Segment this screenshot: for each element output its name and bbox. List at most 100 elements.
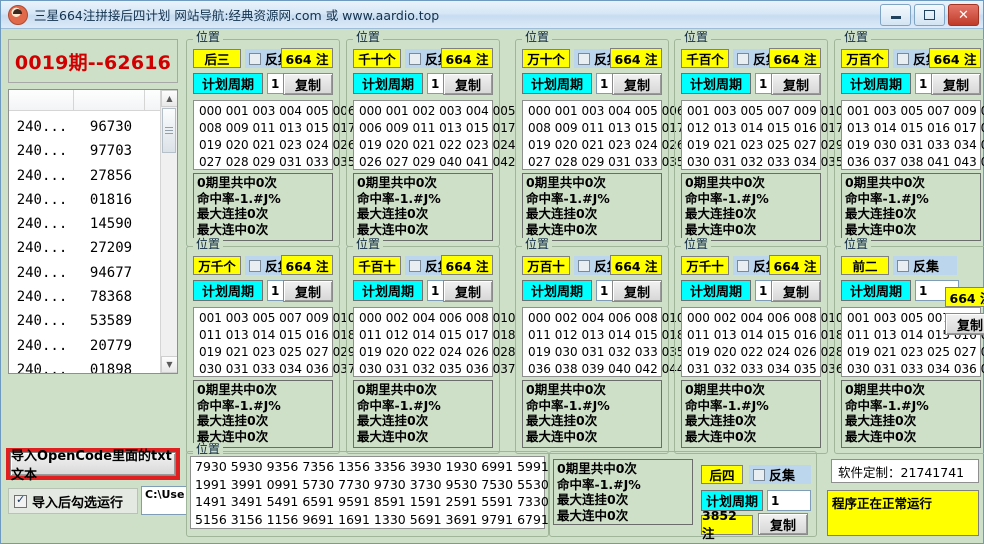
- panel-numbers-box[interactable]: 001 003 005 007 009 010 012 013 014 015 …: [681, 100, 844, 170]
- panel-cycle-label[interactable]: 计划周期: [193, 73, 263, 94]
- scroll-thumb[interactable]: [162, 108, 176, 153]
- list-cell-number: 78368: [89, 289, 133, 306]
- panel-copy-button[interactable]: 复制: [443, 280, 493, 302]
- panel-count-badge: 664 注: [769, 255, 821, 275]
- panel-copy-button[interactable]: 复制: [945, 313, 984, 335]
- import-opencode-button[interactable]: 导入OpenCode里面的txt文本: [6, 448, 180, 483]
- position-panel: 位置 万千个 反集 664 注计划周期 1 复制 001 003 005 007 009 0…: [186, 238, 356, 454]
- minimize-button[interactable]: [880, 4, 911, 26]
- maximize-button[interactable]: [914, 4, 945, 26]
- bottom-numbers-textarea[interactable]: 7930 5930 9356 7356 1356 3356 3930 1930 …: [190, 456, 620, 529]
- panel-numbers-box[interactable]: 000 001 003 004 005 006 008 009 011 013 …: [522, 100, 685, 170]
- panel-position-tag[interactable]: 万十个: [522, 49, 570, 68]
- bottom-group-legend: 位置: [193, 443, 224, 456]
- panel-copy-button[interactable]: 复制: [612, 280, 662, 302]
- bottom-cycle-input[interactable]: 1: [767, 490, 811, 511]
- close-button[interactable]: ✕: [948, 4, 979, 26]
- panel-copy-button[interactable]: 复制: [612, 73, 662, 95]
- position-panel: 位置 千百个 反集 664 注计划周期 1 复制 001 003 005 007 009 0…: [674, 31, 844, 247]
- list-item[interactable]: 240... 14590: [9, 212, 177, 236]
- panel-numbers-box[interactable]: 000 001 002 003 004 005 006 009 011 013 …: [353, 100, 516, 170]
- panel-cycle-label[interactable]: 计划周期: [841, 280, 911, 301]
- checkbox-icon: [737, 52, 749, 65]
- list-cell-period: 240...: [16, 337, 68, 354]
- window-controls: ✕: [880, 4, 979, 26]
- checkbox-icon: [578, 259, 590, 272]
- checkbox-icon: [578, 52, 590, 65]
- panel-position-tag[interactable]: 后三: [193, 49, 241, 68]
- checkbox-icon: [897, 52, 909, 65]
- panel-numbers-box[interactable]: 001 003 005 007 009 010 013 014 015 016 …: [841, 100, 984, 170]
- list-item[interactable]: 240... 27209: [9, 236, 177, 260]
- file-path-input[interactable]: C:\Use: [141, 486, 187, 515]
- panel-numbers-box[interactable]: 000 002 004 006 008 010 011 012 013 014 …: [522, 307, 685, 377]
- panel-position-tag[interactable]: 万千十: [681, 256, 729, 275]
- panel-position-tag[interactable]: 千十个: [353, 49, 401, 68]
- list-cell-number: 94677: [89, 264, 133, 281]
- panel-cycle-label[interactable]: 计划周期: [193, 280, 263, 301]
- list-body[interactable]: 240... 96730 240... 97703 240... 27856 240... 0…: [9, 111, 177, 373]
- period-display: 0019期--62616: [8, 39, 178, 83]
- list-item[interactable]: 240... 27856: [9, 164, 177, 188]
- list-cell-number: 97703: [89, 143, 133, 160]
- list-cell-period: 240...: [16, 289, 68, 306]
- scroll-up-arrow[interactable]: ▲: [161, 90, 177, 107]
- panel-legend: 位置: [681, 238, 712, 251]
- panel-cycle-label[interactable]: 计划周期: [681, 73, 751, 94]
- panel-legend: 位置: [353, 238, 384, 251]
- list-item[interactable]: 240... 94677: [9, 261, 177, 285]
- panel-legend: 位置: [193, 238, 224, 251]
- panel-cycle-label[interactable]: 计划周期: [522, 280, 592, 301]
- panel-numbers-box[interactable]: 000 001 003 004 005 006 008 009 011 013 …: [193, 100, 356, 170]
- panel-position-tag[interactable]: 千百十: [353, 256, 401, 275]
- list-item[interactable]: 240... 01816: [9, 188, 177, 212]
- panel-cycle-label[interactable]: 计划周期: [522, 73, 592, 94]
- panel-numbers-box[interactable]: 000 002 004 006 008 010 011 013 014 015 …: [681, 307, 844, 377]
- list-cell-number: 01816: [89, 191, 133, 208]
- panel-cycle-label[interactable]: 计划周期: [681, 280, 751, 301]
- panel-position-tag[interactable]: 千百个: [681, 49, 729, 68]
- list-scrollbar[interactable]: ▲ ▼: [160, 90, 177, 373]
- list-item[interactable]: 240... 53589: [9, 309, 177, 333]
- import-opencode-label: 导入OpenCode里面的txt文本: [10, 449, 176, 483]
- panel-stats-box: 0期里共中0次 命中率-1.#J% 最大连挂0次 最大连中0次: [841, 380, 981, 448]
- run-after-import-checkbox[interactable]: 导入后勾选运行: [8, 488, 138, 514]
- position-panel: 位置 千百十 反集 664 注计划周期 1 复制 000 002 004 006 008 0…: [346, 238, 516, 454]
- panel-position-tag[interactable]: 万百个: [841, 49, 889, 68]
- list-item[interactable]: 240... 97703: [9, 139, 177, 163]
- panel-copy-button[interactable]: 复制: [931, 73, 981, 95]
- panel-numbers-box[interactable]: 001 003 005 007 009 010 011 013 014 015 …: [193, 307, 356, 377]
- panel-stats-box: 0期里共中0次 命中率-1.#J% 最大连挂0次 最大连中0次: [193, 173, 333, 241]
- panel-cycle-label[interactable]: 计划周期: [353, 280, 423, 301]
- panel-copy-button[interactable]: 复制: [283, 280, 333, 302]
- draw-history-list[interactable]: 240... 96730 240... 97703 240... 27856 240... 0…: [8, 89, 178, 374]
- bottom-count-badge: 3852 注: [701, 508, 753, 541]
- panel-stats-box: 0期里共中0次 命中率-1.#J% 最大连挂0次 最大连中0次: [681, 173, 821, 241]
- panel-legend: 位置: [841, 31, 872, 44]
- list-cell-period: 240...: [16, 240, 68, 257]
- bottom-reverse-label: 反集: [769, 469, 796, 484]
- panel-position-tag[interactable]: 万百十: [522, 256, 570, 275]
- bottom-reverse-checkbox[interactable]: 反集: [749, 465, 811, 484]
- check-icon: [14, 493, 27, 508]
- panel-cycle-label[interactable]: 计划周期: [841, 73, 911, 94]
- list-item[interactable]: 240... 20779: [9, 334, 177, 358]
- checkbox-icon: [753, 468, 765, 481]
- panel-copy-button[interactable]: 复制: [283, 73, 333, 95]
- list-item[interactable]: 240... 96730: [9, 115, 177, 139]
- bottom-copy-button[interactable]: 复制: [758, 513, 808, 535]
- panel-copy-button[interactable]: 复制: [771, 280, 821, 302]
- position-panel: 位置 万千十 反集 664 注计划周期 1 复制 000 002 004 006 008 0…: [674, 238, 844, 454]
- list-cell-period: 240...: [16, 143, 68, 160]
- panel-position-tag[interactable]: 万千个: [193, 256, 241, 275]
- panel-reverse-checkbox[interactable]: 反集: [893, 256, 957, 275]
- panel-cycle-label[interactable]: 计划周期: [353, 73, 423, 94]
- panel-position-tag[interactable]: 前二: [841, 256, 889, 275]
- list-item[interactable]: 240... 78368: [9, 285, 177, 309]
- panel-copy-button[interactable]: 复制: [771, 73, 821, 95]
- panel-numbers-box[interactable]: 000 002 004 006 008 010 011 012 014 015 …: [353, 307, 516, 377]
- scroll-down-arrow[interactable]: ▼: [161, 356, 177, 373]
- bottom-position-tag[interactable]: 后四: [701, 465, 743, 484]
- list-item[interactable]: 240... 01898: [9, 358, 177, 373]
- panel-copy-button[interactable]: 复制: [443, 73, 493, 95]
